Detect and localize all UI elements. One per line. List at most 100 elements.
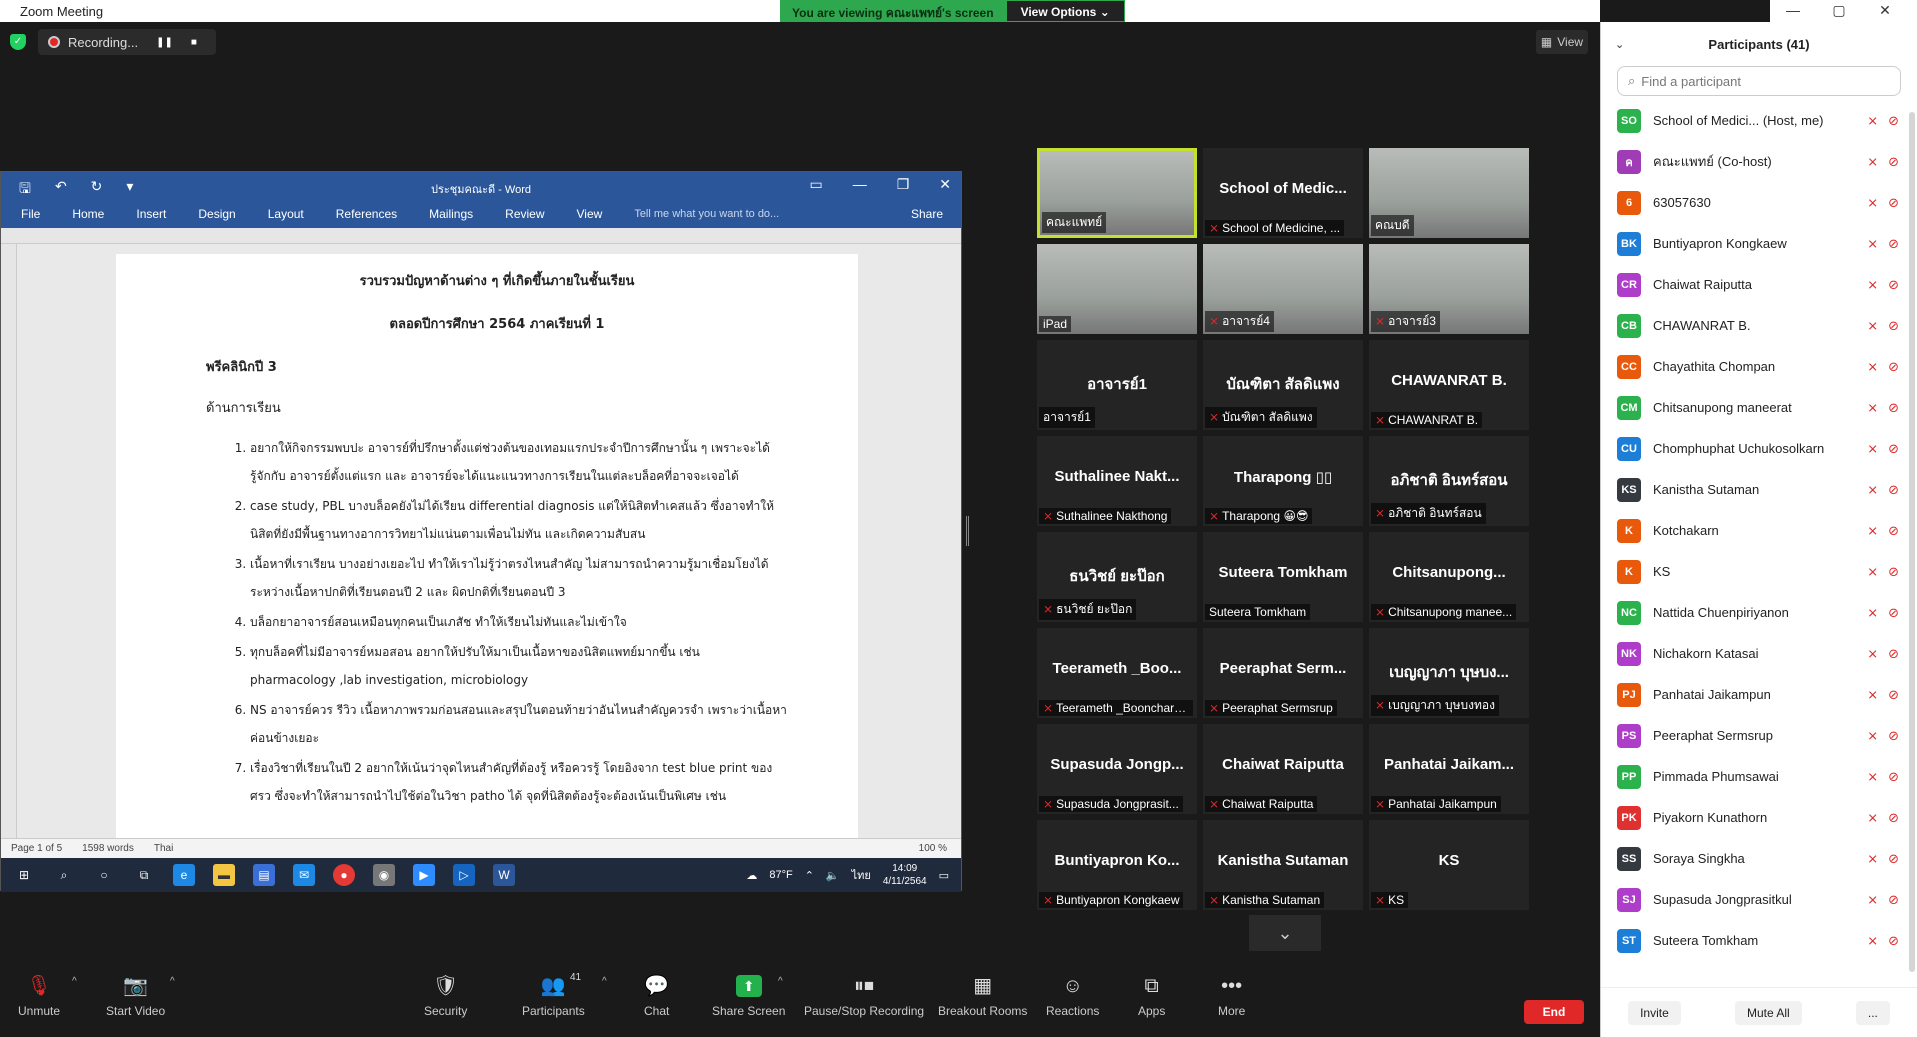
word-minimize-icon[interactable]: —	[853, 176, 867, 193]
ribbon-display-icon[interactable]: ▭	[809, 176, 822, 193]
participant-tile[interactable]: Chaiwat Raiputta ⨯ Chaiwat Raiputta	[1203, 724, 1363, 814]
audio-options-caret-icon[interactable]: ^	[72, 976, 77, 987]
participants-scrollbar[interactable]	[1909, 112, 1915, 972]
security-button[interactable]: 🛡 Security	[424, 972, 467, 1018]
mail-icon[interactable]: ✉	[293, 864, 315, 886]
start-video-button[interactable]: 📷 Start Video	[106, 972, 165, 1018]
participant-tile[interactable]: คณะแพทย์	[1037, 148, 1197, 238]
task-view-icon[interactable]: ⧉	[133, 864, 155, 886]
view-layout-button[interactable]: ▦ View	[1536, 30, 1588, 54]
participant-row[interactable]: K Kotchakarn ⨯ ⊘	[1601, 510, 1917, 551]
participant-tile[interactable]: ⨯ อาจารย์3	[1369, 244, 1529, 334]
more-button[interactable]: ••• More	[1218, 972, 1245, 1018]
tab-home[interactable]: Home	[72, 207, 104, 221]
store-icon[interactable]: ▤	[253, 864, 275, 886]
participant-row[interactable]: SO School of Medici... (Host, me) ⨯ ⊘	[1601, 100, 1917, 141]
more-options-button[interactable]: ...	[1855, 1000, 1890, 1025]
participant-tile[interactable]: Kanistha Sutaman ⨯ Kanistha Sutaman	[1203, 820, 1363, 910]
unmute-button[interactable]: 🎙 Unmute	[18, 972, 60, 1018]
participant-tile[interactable]: Suteera Tomkham Suteera Tomkham	[1203, 532, 1363, 622]
clock[interactable]: 14:09 4/11/2564	[883, 862, 927, 888]
save-icon[interactable]: 🖫	[19, 178, 31, 202]
weather-temp[interactable]: 87°F	[769, 869, 792, 881]
pause-stop-recording-button[interactable]: ⏸⏹ Pause/Stop Recording	[804, 972, 924, 1018]
participant-row[interactable]: BK Buntiyapron Kongkaew ⨯ ⊘	[1601, 223, 1917, 264]
word-restore-icon[interactable]: ❐	[897, 176, 910, 193]
share-options-caret-icon[interactable]: ^	[778, 976, 783, 987]
maximize-icon[interactable]: ▢	[1816, 0, 1862, 22]
participant-row[interactable]: SS Soraya Singkha ⨯ ⊘	[1601, 838, 1917, 879]
tab-references[interactable]: References	[336, 207, 397, 221]
tab-review[interactable]: Review	[505, 207, 544, 221]
apps-button[interactable]: ⧉ Apps	[1138, 972, 1165, 1018]
close-icon[interactable]: ✕	[1862, 0, 1908, 22]
participant-tile[interactable]: บัณฑิตา สัลดิแพง ⨯ บัณฑิตา สัลดิแพง	[1203, 340, 1363, 430]
participant-tile[interactable]: ธนวิชย์ ยะป๊อก ⨯ ธนวิชย์ ยะป๊อก	[1037, 532, 1197, 622]
invite-button[interactable]: Invite	[1628, 1000, 1681, 1025]
participant-tile[interactable]: อภิชาติ อินทร์สอน ⨯ อภิชาติ อินทร์สอน	[1369, 436, 1529, 526]
folder-icon[interactable]: ▬	[213, 864, 235, 886]
tell-me-input[interactable]: Tell me what you want to do...	[634, 208, 779, 220]
participant-row[interactable]: คคณะแพทย์ (Co-host) ⨯ ⊘	[1601, 141, 1917, 182]
end-meeting-button[interactable]: End	[1524, 1000, 1584, 1024]
participant-row[interactable]: CU Chomphuphat Uchukosolkarn ⨯ ⊘	[1601, 428, 1917, 469]
document-page[interactable]: รวบรวมปัญหาด้านต่าง ๆ ที่เกิดขึ้นภายในชั…	[116, 254, 858, 838]
redo-icon[interactable]: ↻	[91, 178, 103, 202]
notification-icon[interactable]: ▭	[939, 869, 949, 882]
participant-tile[interactable]: เบญญาภา บุษบง... ⨯ เบญญาภา บุษบงทอง	[1369, 628, 1529, 718]
participant-tile[interactable]: คณบดี	[1369, 148, 1529, 238]
participant-tile[interactable]: Peeraphat Serm... ⨯ Peeraphat Sermsrup	[1203, 628, 1363, 718]
participant-tile[interactable]: Tharapong ▯▯ ⨯ Tharapong 😀😎	[1203, 436, 1363, 526]
participants-caret-icon[interactable]: ^	[602, 976, 607, 987]
participant-row[interactable]: PP Pimmada Phumsawai ⨯ ⊘	[1601, 756, 1917, 797]
chat-button[interactable]: 💬 Chat	[644, 972, 669, 1018]
app-icon[interactable]: ◉	[373, 864, 395, 886]
participant-row[interactable]: PS Peeraphat Sermsrup ⨯ ⊘	[1601, 715, 1917, 756]
share-screen-button[interactable]: ⬆ Share Screen	[712, 972, 785, 1018]
undo-icon[interactable]: ↶	[55, 178, 67, 202]
participant-row[interactable]: K KS ⨯ ⊘	[1601, 551, 1917, 592]
participant-row[interactable]: SJ Supasuda Jongprasitkul ⨯ ⊘	[1601, 879, 1917, 920]
participant-row[interactable]: PK Piyakorn Kunathorn ⨯ ⊘	[1601, 797, 1917, 838]
stop-recording-icon[interactable]: ■	[191, 37, 197, 48]
input-language[interactable]: ไทย	[852, 866, 871, 884]
participant-row[interactable]: CB CHAWANRAT B. ⨯ ⊘	[1601, 305, 1917, 346]
windows-start-icon[interactable]: ⊞	[13, 864, 35, 886]
participant-row[interactable]: NK Nichakorn Katasai ⨯ ⊘	[1601, 633, 1917, 674]
chrome-icon[interactable]: ●	[333, 864, 355, 886]
participant-row[interactable]: CM Chitsanupong maneerat ⨯ ⊘	[1601, 387, 1917, 428]
participant-tile[interactable]: Panhatai Jaikam... ⨯ Panhatai Jaikampun	[1369, 724, 1529, 814]
word-close-icon[interactable]: ✕	[939, 176, 951, 193]
word-share-button[interactable]: Share	[911, 207, 943, 221]
tray-chevron-icon[interactable]: ⌃	[805, 869, 814, 882]
participant-tile[interactable]: อาจารย์1 อาจารย์1	[1037, 340, 1197, 430]
customize-icon[interactable]: ▾	[126, 178, 133, 202]
split-divider[interactable]	[966, 516, 969, 546]
participant-search[interactable]: ⌕ Find a participant	[1617, 66, 1901, 96]
zoom-level[interactable]: 100 %	[919, 843, 947, 854]
view-options-button[interactable]: View Options ⌄	[1005, 0, 1125, 22]
participant-row[interactable]: 6 63057630 ⨯ ⊘	[1601, 182, 1917, 223]
participant-tile[interactable]: CHAWANRAT B. ⨯ CHAWANRAT B.	[1369, 340, 1529, 430]
participant-row[interactable]: PJ Panhatai Jaikampun ⨯ ⊘	[1601, 674, 1917, 715]
volume-icon[interactable]: 🔈	[826, 869, 840, 882]
participant-tile[interactable]: KS ⨯ KS	[1369, 820, 1529, 910]
reactions-button[interactable]: ☺ Reactions	[1046, 972, 1099, 1018]
participant-row[interactable]: CR Chaiwat Raiputta ⨯ ⊘	[1601, 264, 1917, 305]
participant-tile[interactable]: Teerameth _Boo... ⨯ Teerameth _Booncharo..…	[1037, 628, 1197, 718]
security-shield-icon[interactable]: ✓	[10, 34, 26, 50]
tab-file[interactable]: File	[21, 207, 40, 221]
collapse-chevron-icon[interactable]: ⌄	[1615, 38, 1624, 51]
tab-design[interactable]: Design	[198, 207, 235, 221]
participant-tile[interactable]: Buntiyapron Ko... ⨯ Buntiyapron Kongkaew	[1037, 820, 1197, 910]
tab-view[interactable]: View	[577, 207, 603, 221]
pause-recording-icon[interactable]: ❚❚	[156, 37, 173, 48]
participant-tile[interactable]: iPad	[1037, 244, 1197, 334]
participant-tile[interactable]: Chitsanupong... ⨯ Chitsanupong manee...	[1369, 532, 1529, 622]
participant-tile[interactable]: Suthalinee Nakt... ⨯ Suthalinee Nakthong	[1037, 436, 1197, 526]
weather-icon[interactable]: ☁	[746, 869, 757, 882]
media-icon[interactable]: ▷	[453, 864, 475, 886]
minimize-icon[interactable]: —	[1770, 0, 1816, 22]
search-icon[interactable]: ⌕	[53, 864, 75, 886]
cortana-icon[interactable]: ○	[93, 864, 115, 886]
